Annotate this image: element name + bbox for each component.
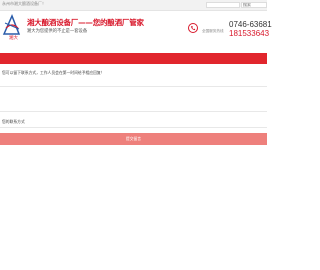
top-search-button[interactable]: 搜索 bbox=[241, 1, 267, 8]
svg-text:湘大: 湘大 bbox=[9, 34, 18, 40]
welcome-text: 永州市湘大酿酒设备厂！ bbox=[2, 1, 46, 6]
top-search-input[interactable] bbox=[206, 1, 240, 8]
phone-number-1: 0746-63681 bbox=[229, 20, 272, 29]
submit-button[interactable]: 提交留言 bbox=[0, 133, 267, 145]
hotline-label: 全国服务热线 bbox=[202, 29, 224, 33]
main-nav-bar[interactable] bbox=[0, 53, 267, 64]
company-logo[interactable]: 湘大 bbox=[1, 14, 23, 40]
contact-label: 您的联系方式 bbox=[2, 119, 25, 124]
phone-number-2: 181533643 bbox=[229, 29, 270, 38]
brand-subtitle: 湘大为您提供的不止是一套设备 bbox=[27, 29, 88, 34]
brand-title: 湘大酿酒设备厂——您的酿酒厂管家 bbox=[27, 18, 144, 27]
phone-icon bbox=[188, 23, 198, 33]
top-bar: 永州市湘大酿酒设备厂！ 搜索 bbox=[0, 0, 267, 11]
form-intro: 您可以留下联系方式，工作人员会在第一时间给予相应回复！ bbox=[2, 70, 105, 75]
message-textarea[interactable] bbox=[0, 86, 267, 112]
